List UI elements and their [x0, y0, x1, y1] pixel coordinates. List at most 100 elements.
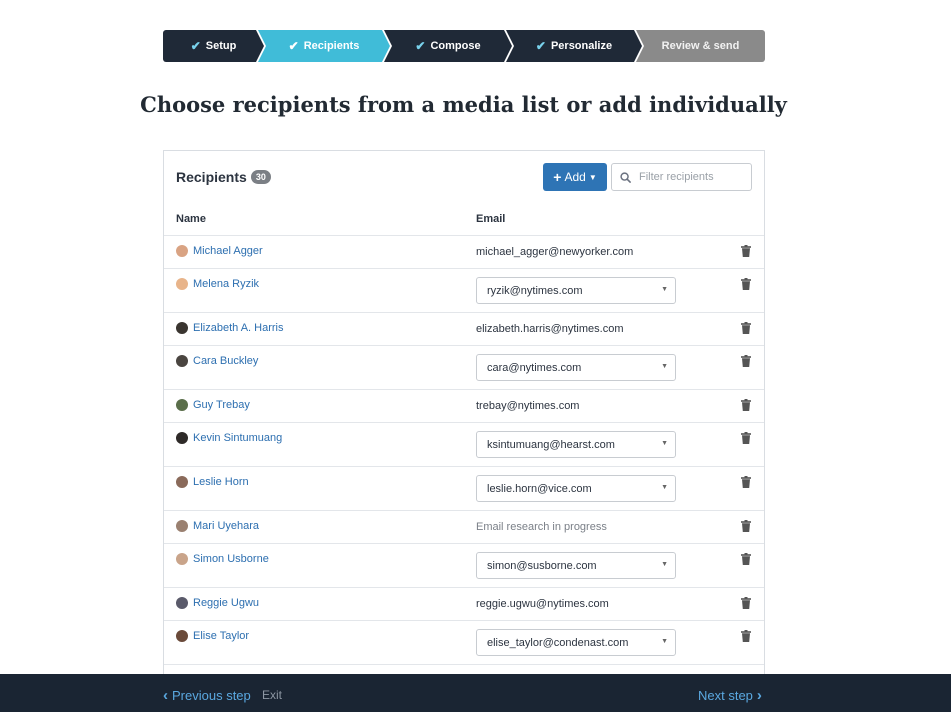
step-compose[interactable]: ✔ Compose — [384, 30, 512, 62]
email-select[interactable]: ryzik@nytimes.com ▼ — [476, 277, 676, 304]
trash-icon[interactable] — [741, 278, 751, 290]
avatar — [176, 597, 188, 609]
avatar — [176, 322, 188, 334]
recipients-header: Recipients 30 — [176, 169, 271, 185]
email-select-value: ksintumuang@hearst.com — [487, 438, 615, 451]
email-select-value: leslie.horn@vice.com — [487, 482, 592, 495]
trash-icon[interactable] — [741, 597, 751, 609]
table-row: Melena Ryzik ryzik@nytimes.com ▼ — [164, 268, 764, 312]
trash-icon[interactable] — [741, 322, 751, 334]
filter-recipients-field[interactable] — [611, 163, 752, 191]
step-label: Recipients — [303, 40, 360, 52]
select-arrow-icon: ▼ — [661, 561, 668, 568]
email-select-value: simon@susborne.com — [487, 559, 597, 572]
progress-stepper: ✔ Setup ✔ Recipients ✔ Compose ✔ Persona… — [163, 30, 765, 62]
trash-icon[interactable] — [741, 432, 751, 444]
check-icon: ✔ — [535, 39, 546, 53]
recipient-name-link[interactable]: Reggie Ugwu — [193, 597, 259, 609]
exit-link[interactable]: Exit — [262, 688, 282, 702]
email-select[interactable]: elise_taylor@condenast.com ▼ — [476, 629, 676, 656]
recipient-name-link[interactable]: Simon Usborne — [193, 553, 269, 565]
add-button-label: Add — [564, 170, 586, 184]
trash-icon[interactable] — [741, 245, 751, 257]
select-arrow-icon: ▼ — [661, 440, 668, 447]
recipient-name-link[interactable]: Kevin Sintumuang — [193, 432, 282, 444]
email-select-value: ryzik@nytimes.com — [487, 284, 583, 297]
table-row: Reggie Ugwu reggie.ugwu@nytimes.com — [164, 587, 764, 620]
trash-icon[interactable] — [741, 476, 751, 488]
plus-icon: + — [553, 169, 562, 185]
step-review-send[interactable]: Review & send — [636, 30, 765, 62]
table-row: Elizabeth A. Harris elizabeth.harris@nyt… — [164, 312, 764, 345]
email-select[interactable]: cara@nytimes.com ▼ — [476, 354, 676, 381]
recipient-name-link[interactable]: Mari Uyehara — [193, 520, 259, 532]
step-personalize[interactable]: ✔ Personalize — [506, 30, 642, 62]
table-row: Guy Trebay trebay@nytimes.com — [164, 389, 764, 422]
step-label: Personalize — [550, 40, 613, 52]
select-arrow-icon: ▼ — [661, 484, 668, 491]
step-label: Setup — [205, 40, 237, 52]
trash-icon[interactable] — [741, 355, 751, 367]
select-arrow-icon: ▼ — [661, 363, 668, 370]
check-icon: ✔ — [288, 39, 299, 53]
avatar — [176, 278, 188, 290]
recipient-name-link[interactable]: Cara Buckley — [193, 355, 258, 367]
email-select[interactable]: simon@susborne.com ▼ — [476, 552, 676, 579]
recipient-count-badge: 30 — [250, 170, 271, 184]
recipient-name-link[interactable]: Michael Agger — [193, 245, 263, 257]
email-select-value: cara@nytimes.com — [487, 361, 582, 374]
check-icon: ✔ — [415, 39, 426, 53]
step-label: Compose — [430, 40, 481, 52]
trash-icon[interactable] — [741, 553, 751, 565]
step-label: Review & send — [661, 40, 740, 52]
table-row: Kevin Sintumuang ksintumuang@hearst.com … — [164, 422, 764, 466]
avatar — [176, 399, 188, 411]
filter-recipients-input[interactable] — [637, 170, 741, 184]
trash-icon[interactable] — [741, 520, 751, 532]
step-recipients[interactable]: ✔ Recipients — [258, 30, 390, 62]
step-setup[interactable]: ✔ Setup — [163, 30, 264, 62]
recipient-name-link[interactable]: Leslie Horn — [193, 476, 249, 488]
avatar — [176, 245, 188, 257]
previous-step-link[interactable]: ‹ Previous step — [163, 687, 251, 704]
trash-icon[interactable] — [741, 630, 751, 642]
table-row: Michael Agger michael_agger@newyorker.co… — [164, 235, 764, 268]
recipients-list: Michael Agger michael_agger@newyorker.co… — [164, 235, 764, 697]
avatar — [176, 553, 188, 565]
check-icon: ✔ — [190, 39, 201, 53]
email-select[interactable]: ksintumuang@hearst.com ▼ — [476, 431, 676, 458]
caret-down-icon: ▼ — [588, 172, 597, 182]
avatar — [176, 520, 188, 532]
page-title: Choose recipients from a media list or a… — [140, 92, 787, 117]
recipient-name-link[interactable]: Elise Taylor — [193, 630, 249, 642]
next-step-link[interactable]: Next step › — [698, 687, 762, 704]
add-recipient-button[interactable]: + Add ▼ — [543, 163, 607, 191]
email-select-value: elise_taylor@condenast.com — [487, 636, 629, 649]
recipient-email: trebay@nytimes.com — [476, 400, 580, 412]
email-research-status: Email research in progress — [476, 521, 607, 533]
column-header-name[interactable]: Name — [176, 213, 206, 225]
avatar — [176, 476, 188, 488]
avatar — [176, 432, 188, 444]
table-row: Cara Buckley cara@nytimes.com ▼ — [164, 345, 764, 389]
recipient-name-link[interactable]: Melena Ryzik — [193, 278, 259, 290]
chevron-left-icon: ‹ — [163, 687, 168, 704]
recipients-title: Recipients — [176, 169, 247, 185]
search-icon — [620, 171, 631, 183]
table-row: Mari Uyehara Email research in progress — [164, 510, 764, 543]
previous-step-label: Previous step — [172, 688, 251, 703]
table-row: Simon Usborne simon@susborne.com ▼ — [164, 543, 764, 587]
recipient-name-link[interactable]: Guy Trebay — [193, 399, 250, 411]
email-select[interactable]: leslie.horn@vice.com ▼ — [476, 475, 676, 502]
table-row: Elise Taylor elise_taylor@condenast.com … — [164, 620, 764, 664]
recipient-email: michael_agger@newyorker.com — [476, 246, 634, 258]
avatar — [176, 630, 188, 642]
column-header-email[interactable]: Email — [476, 213, 505, 225]
recipient-name-link[interactable]: Elizabeth A. Harris — [193, 322, 283, 334]
recipient-email: elizabeth.harris@nytimes.com — [476, 323, 624, 335]
wizard-footer: ‹ Previous step Exit Next step › — [0, 674, 951, 712]
select-arrow-icon: ▼ — [661, 638, 668, 645]
select-arrow-icon: ▼ — [661, 286, 668, 293]
trash-icon[interactable] — [741, 399, 751, 411]
recipients-panel: Recipients 30 + Add ▼ Name Email Michael… — [163, 150, 765, 691]
